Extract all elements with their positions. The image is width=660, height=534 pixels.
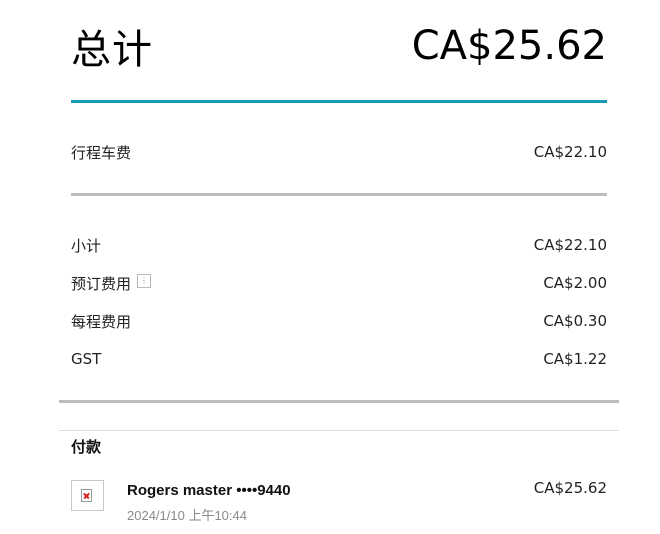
payment-timestamp: 2024/1/10 上午10:44: [127, 508, 247, 523]
booking-fee-label: 预订费用: [71, 274, 132, 293]
booking-fee-amount: CA$2.00: [543, 274, 607, 292]
payment-amount: CA$25.62: [533, 479, 607, 497]
booking-fee-row: 预订费用 ⋮ CA$2.00: [71, 271, 607, 295]
total-label: 总计: [71, 27, 153, 73]
fare-divider: [71, 193, 607, 196]
per-trip-fee-row: 每程费用 CA$0.30: [71, 309, 607, 333]
trip-fare-row: 行程车费 CA$22.10: [71, 140, 607, 164]
info-icon[interactable]: ⋮: [137, 274, 152, 288]
total-divider: [71, 100, 607, 103]
payment-divider: [59, 430, 619, 431]
payment-card-icon: [71, 480, 104, 511]
trip-fare-label: 行程车费: [71, 143, 132, 162]
subtotal-amount: CA$22.10: [533, 236, 607, 254]
breakdown-divider: [59, 400, 619, 403]
subtotal-label: 小计: [71, 236, 102, 255]
trip-fare-amount: CA$22.10: [533, 143, 607, 161]
per-trip-fee-amount: CA$0.30: [543, 312, 607, 330]
per-trip-fee-label: 每程费用: [71, 312, 132, 331]
payment-card-name: Rogers master ••••9440: [127, 482, 291, 499]
total-amount: CA$25.62: [411, 23, 607, 69]
booking-fee-label-group: 预订费用 ⋮: [71, 273, 152, 294]
gst-row: GST CA$1.22: [71, 347, 607, 371]
total-row: 总计 CA$25.62: [71, 18, 607, 74]
gst-label: GST: [71, 350, 102, 368]
gst-amount: CA$1.22: [543, 350, 607, 368]
fare-receipt: 总计 CA$25.62 行程车费 CA$22.10 小计 CA$22.10 预订…: [0, 0, 660, 534]
broken-image-icon: [81, 489, 92, 502]
subtotal-row: 小计 CA$22.10: [71, 233, 607, 257]
payment-heading: 付款: [71, 438, 102, 456]
